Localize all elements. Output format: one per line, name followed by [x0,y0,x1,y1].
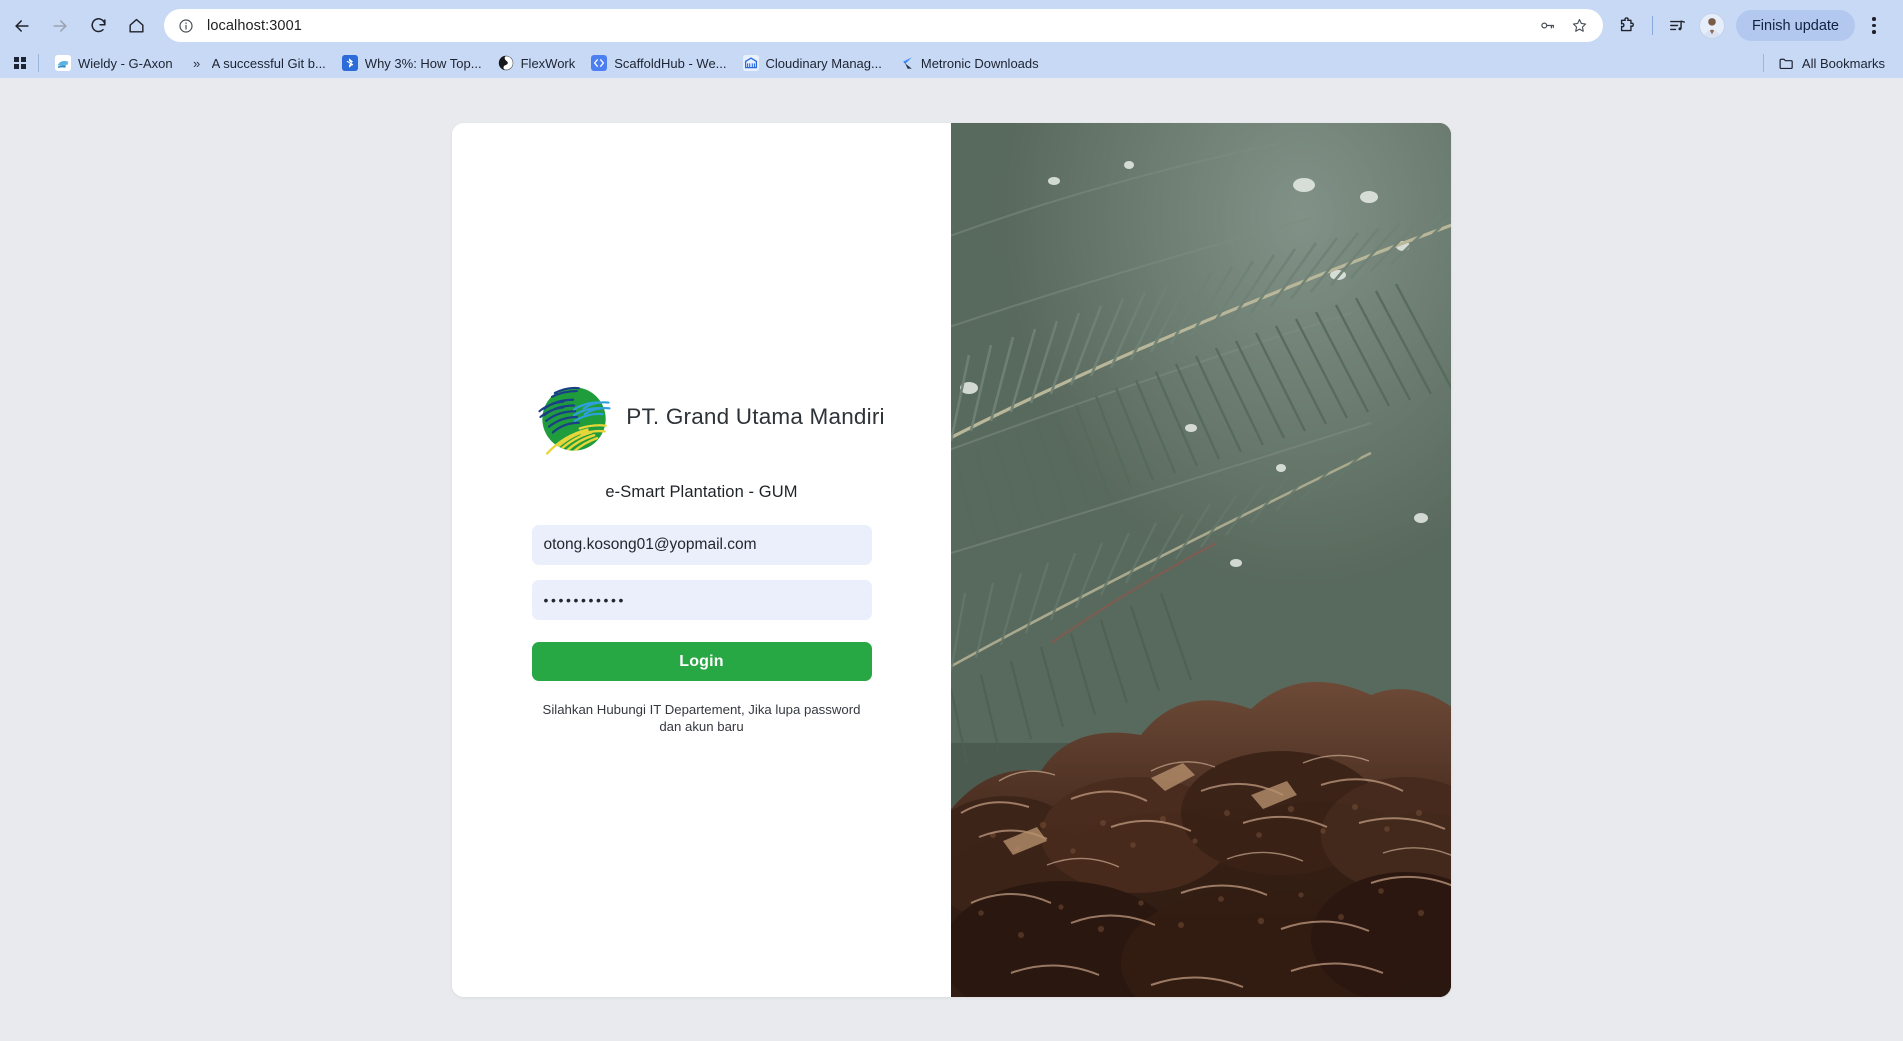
bookmark-label: Wieldy - G-Axon [78,55,173,71]
bookmark-label: Why 3%: How Top... [364,55,482,71]
login-form-panel: PT. Grand Utama Mandiri e-Smart Plantati… [452,123,951,997]
bookmark-label: FlexWork [520,55,576,71]
profile-avatar-icon [1698,12,1725,39]
kebab-dot [1872,30,1876,34]
address-bar[interactable]: localhost:3001 [164,9,1603,42]
bookmark-item[interactable]: Cloudinary Manag... [735,51,890,75]
bookmarks-right-divider [1762,54,1764,72]
puzzle-piece-icon [1621,17,1635,32]
home-icon [128,18,144,33]
info-circle-icon[interactable] [175,15,197,37]
bookmark-item[interactable]: » A successful Git b... [181,51,334,75]
reload-button[interactable] [80,8,116,44]
all-bookmarks-label: All Bookmarks [1801,55,1885,71]
scaffoldhub-favicon [591,55,608,71]
media-control-button[interactable] [1662,10,1694,42]
chevrons-favicon: » [193,55,201,71]
brand-header: PT. Grand Utama Mandiri [452,369,951,465]
arrow-right-icon [53,19,67,32]
browser-menu-button[interactable] [1859,10,1889,42]
password-input[interactable] [531,580,872,620]
finish-update-button[interactable]: Finish update [1735,10,1855,41]
bookmark-item[interactable]: ScaffoldHub - We... [583,51,734,75]
browser-toolbar: localhost:3001 Finish update [0,3,1903,48]
arrow-left-icon [15,19,29,32]
oil-palm-fruit-bunches-photo [951,123,1451,997]
bookmark-item[interactable]: Wieldy - G-Axon [47,51,181,75]
reload-icon [90,18,106,33]
forward-button[interactable] [42,8,78,44]
metronic-favicon [898,55,914,71]
bookmark-label: ScaffoldHub - We... [614,55,727,71]
star-icon[interactable] [1567,13,1593,39]
hero-image-panel [951,123,1451,997]
bookmark-item[interactable]: Why 3%: How Top... [334,51,490,75]
browser-chrome: localhost:3001 Finish update Wieldy - G-… [0,0,1903,78]
folder-icon [1779,58,1793,69]
apps-grid-button[interactable] [6,51,34,75]
key-icon[interactable] [1535,13,1561,39]
bookmark-label: Cloudinary Manag... [765,55,882,71]
grand-utama-mandiri-logo [526,369,622,465]
bookmark-item[interactable]: FlexWork [490,51,584,75]
cloudinary-favicon [742,55,759,71]
bookmark-label: Metronic Downloads [920,55,1039,71]
bluetooth-favicon [341,55,358,71]
login-button[interactable]: Login [531,642,872,681]
bookmark-item[interactable]: Metronic Downloads [890,51,1047,75]
extensions-button[interactable] [1611,10,1643,42]
page-viewport: PT. Grand Utama Mandiri e-Smart Plantati… [0,78,1903,1038]
bookmark-label: A successful Git b... [211,55,326,71]
kebab-dot [1872,23,1876,28]
wieldy-favicon [55,55,71,71]
bookmarks-divider [38,54,39,72]
login-card: PT. Grand Utama Mandiri e-Smart Plantati… [452,123,1451,997]
back-button[interactable] [4,8,40,44]
profile-button[interactable] [1696,10,1728,42]
company-name: PT. Grand Utama Mandiri [626,404,885,429]
home-button[interactable] [118,8,154,44]
login-helper-text: Silahkan Hubungi IT Departement, Jika lu… [542,702,861,735]
url-text: localhost:3001 [207,17,302,34]
toolbar-divider [1651,16,1653,35]
all-bookmarks-button[interactable]: All Bookmarks [1772,51,1891,76]
bookmarks-bar: Wieldy - G-Axon » A successful Git b... … [0,48,1903,78]
app-subtitle: e-Smart Plantation - GUM [605,483,798,501]
kebab-dot [1872,17,1876,21]
apps-grid-icon [13,56,27,70]
toolbar-right-actions: Finish update [1611,10,1889,42]
email-input[interactable] [531,525,872,565]
flexwork-favicon [498,55,514,71]
media-list-icon [1670,20,1686,31]
